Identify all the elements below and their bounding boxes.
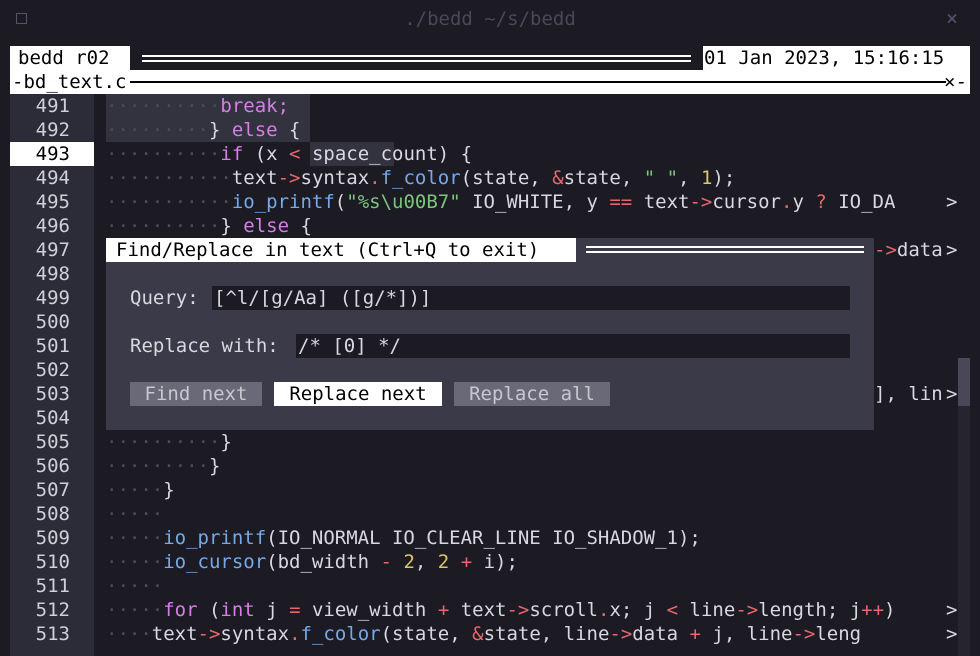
line-number: 502	[35, 359, 70, 381]
line-number: 494	[35, 167, 70, 189]
line-number: 499	[35, 287, 70, 309]
find-replace-dialog: Find/Replace in text (Ctrl+Q to exit) Qu…	[106, 238, 874, 430]
code-line-495: ···········io_printf("%s\u00B7" IO_WHITE…	[106, 191, 896, 213]
line-number: 506	[35, 455, 70, 477]
line-number: 511	[35, 575, 70, 597]
window-close-icon[interactable]: ×	[946, 6, 958, 30]
line-number: 503	[35, 383, 70, 405]
scrollbar-thumb[interactable]	[958, 358, 970, 406]
line-number: 507	[35, 479, 70, 501]
code-line-511: ·····	[106, 575, 164, 597]
line-number: 501	[35, 335, 70, 357]
tab-divider	[130, 81, 946, 83]
find-next-button[interactable]: Find next	[130, 382, 262, 406]
replace-all-button[interactable]: Replace all	[454, 382, 610, 406]
code-line-492: ·········} else {	[106, 119, 301, 141]
overflow-marker: >	[946, 191, 958, 213]
query-input[interactable]: [^l/[g/Aa] ([g/*])]	[212, 286, 850, 310]
code-line-510: ·····io_cursor(bd_width - 2, 2 + i);	[106, 551, 518, 573]
tab-bar: -bd_text.c ×-	[10, 70, 970, 94]
tab-filename[interactable]: -bd_text.c	[12, 71, 126, 93]
scrollbar-track[interactable]	[958, 406, 970, 656]
code-line-512: ·····for (int j = view_width + text->scr…	[106, 599, 896, 621]
overflow-marker: >	[946, 623, 958, 645]
line-number: 491	[35, 95, 70, 117]
replace-label: Replace with:	[130, 335, 279, 357]
line-number: 492	[35, 119, 70, 141]
line-number: 510	[35, 551, 70, 573]
line-number-gutter: 491 492 493 494 495 496 497 498 499 500 …	[10, 94, 94, 656]
code-line-493: ··········if (x < space_count) {	[106, 143, 473, 165]
dialog-title-divider	[586, 246, 864, 248]
dialog-title: Find/Replace in text (Ctrl+Q to exit)	[116, 239, 540, 261]
code-line-503-tail: ], lin	[874, 383, 943, 405]
overflow-marker: >	[946, 239, 958, 261]
code-line-507: ·····}	[106, 479, 175, 501]
line-number: 500	[35, 311, 70, 333]
vertical-scrollbar[interactable]	[958, 94, 970, 656]
code-line-491: ··········break;	[106, 95, 290, 117]
line-number: 509	[35, 527, 70, 549]
code-line-505: ··········}	[106, 431, 232, 453]
app-name: bedd r02	[18, 47, 110, 69]
code-line-494: ···········text->syntax.f_color(state, &…	[106, 167, 736, 189]
code-line-497-tail: ->data	[874, 239, 943, 261]
window-titlebar: ./bedd ~/s/bedd ×	[0, 0, 980, 40]
current-line-number: 493	[10, 142, 94, 166]
line-number: 508	[35, 503, 70, 525]
code-line-509: ·····io_printf(IO_NORMAL IO_CLEAR_LINE I…	[106, 527, 701, 549]
line-number: 498	[35, 263, 70, 285]
code-line-508: ·····	[106, 503, 164, 525]
line-number: 497	[35, 239, 70, 261]
tab-close-icon[interactable]: ×-	[944, 71, 967, 93]
line-number: 512	[35, 599, 70, 621]
query-label: Query:	[130, 287, 199, 309]
code-line-506: ·········}	[106, 455, 221, 477]
overflow-marker: >	[946, 599, 958, 621]
dialog-title-bar: Find/Replace in text (Ctrl+Q to exit)	[106, 238, 576, 262]
window-title: ./bedd ~/s/bedd	[404, 8, 576, 30]
code-line-496: ··········} else {	[106, 215, 312, 237]
status-bar: bedd r02 01 Jan 2023, 15:16:15	[10, 46, 970, 70]
line-number: 505	[35, 431, 70, 453]
overflow-marker: >	[946, 383, 958, 405]
status-datetime: 01 Jan 2023, 15:16:15	[704, 47, 945, 69]
dialog-title-divider	[586, 251, 864, 253]
line-number: 495	[35, 191, 70, 213]
line-number: 496	[35, 215, 70, 237]
replace-input[interactable]: /* [0] */	[296, 334, 850, 358]
line-number: 513	[35, 623, 70, 645]
replace-next-button[interactable]: Replace next	[274, 382, 442, 406]
status-divider	[130, 46, 703, 70]
code-line-513: ····text->syntax.f_color(state, &state, …	[106, 623, 862, 645]
line-number: 504	[35, 407, 70, 429]
